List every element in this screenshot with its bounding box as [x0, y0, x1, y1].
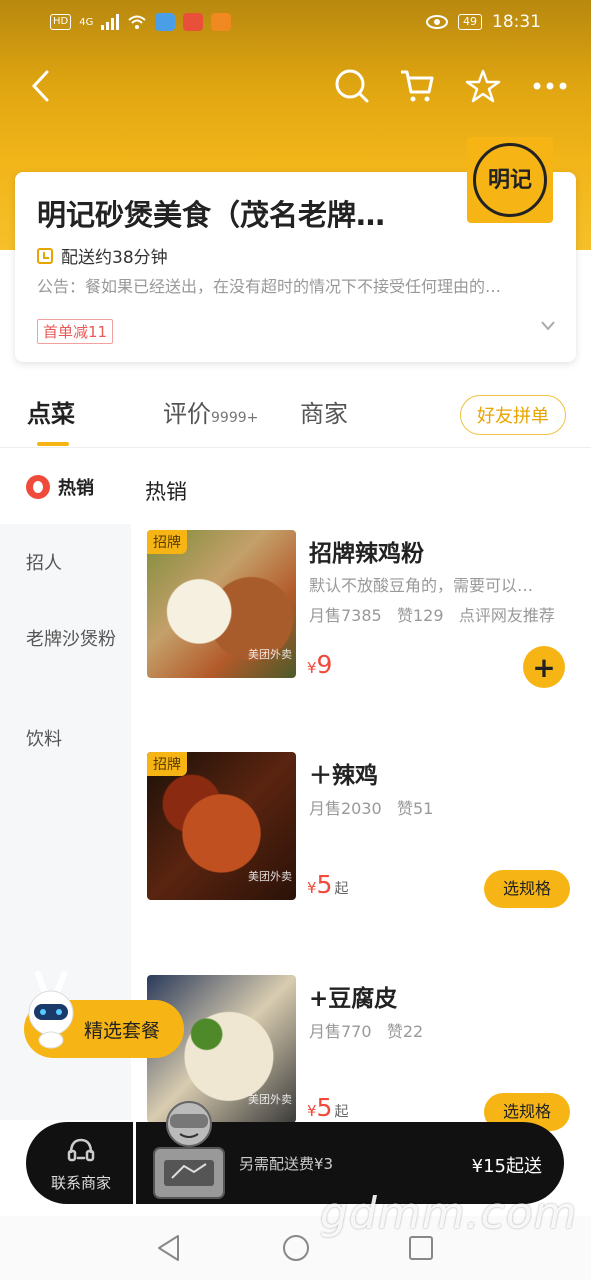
food-stats: 月售770 赞22 — [309, 1018, 423, 1042]
promo-badge: 首单减11 — [37, 319, 114, 344]
sidebar-item-recruit[interactable]: 招人 — [26, 552, 116, 576]
mascot-icon — [28, 971, 74, 1049]
store-name: 明记砂煲美食（茂名老牌… — [37, 198, 386, 232]
tab-merchant[interactable]: 商家 — [300, 394, 348, 429]
network-type: 4G — [79, 16, 94, 28]
monthly-sales: 月售7385 — [309, 606, 382, 625]
battery-level: 49 — [458, 14, 482, 30]
tab-reviews[interactable]: 评价9999+ — [163, 394, 258, 429]
sidebar-item-hot[interactable]: 热销 — [26, 474, 94, 500]
food-name: 招牌辣鸡粉 — [309, 541, 424, 567]
food-item[interactable]: 招牌 美团外卖 招牌辣鸡粉 默认不放酸豆角的，需要可以… 月售7385 赞129… — [147, 530, 577, 688]
monthly-sales: 月售770 — [309, 1022, 372, 1041]
review-count: 9999+ — [211, 410, 259, 426]
contact-merchant-button[interactable]: 联系商家 — [26, 1122, 136, 1204]
store-tabs: 点菜 评价9999+ 商家 好友拼单 — [0, 380, 591, 448]
signal-icon — [101, 14, 120, 30]
sidebar-item-drinks[interactable]: 饮料 — [26, 728, 116, 752]
nav-home-icon[interactable] — [282, 1234, 310, 1262]
like-count: 赞129 — [397, 606, 444, 625]
top-nav — [0, 62, 591, 112]
hd-icon: HD — [50, 14, 72, 30]
price-suffix: 起 — [334, 1104, 349, 1120]
image-watermark: 美团外卖 — [248, 648, 292, 661]
food-price: ¥5 起 — [307, 1093, 348, 1122]
favorite-button[interactable] — [463, 66, 503, 106]
food-name: ＋辣鸡 — [309, 763, 378, 789]
food-description: 默认不放酸豆角的，需要可以… — [309, 576, 534, 595]
app-notification-icon — [155, 13, 176, 31]
nav-back-icon[interactable] — [156, 1234, 182, 1262]
min-order-amount: ¥15起送 — [471, 1156, 542, 1177]
tab-active-indicator — [37, 442, 69, 446]
wifi-icon — [128, 15, 147, 29]
delivery-time: 配送约38分钟 — [37, 243, 168, 268]
delivery-fee: 另需配送费¥3 — [239, 1155, 334, 1173]
signature-tag: 招牌 — [147, 530, 187, 554]
currency-symbol: ¥ — [307, 659, 317, 677]
flame-icon — [26, 475, 50, 499]
status-bar: HD 4G 49 18:31 — [0, 0, 591, 46]
clock-time: 18:31 — [492, 12, 541, 32]
currency-symbol: ¥ — [307, 1102, 317, 1120]
star-icon — [465, 69, 501, 103]
food-stats: 月售2030 赞51 — [309, 795, 433, 819]
store-logo: 明记 — [467, 137, 553, 223]
section-title: 热销 — [145, 480, 187, 504]
food-name: +豆腐皮 — [309, 986, 398, 1012]
like-count: 赞22 — [386, 1022, 424, 1041]
monthly-sales: 月售2030 — [309, 799, 382, 818]
sidebar-item-label: 热销 — [58, 478, 94, 499]
delivery-time-text: 配送约38分钟 — [61, 248, 168, 268]
like-count: 赞51 — [397, 799, 434, 818]
customer-service-icon — [67, 1138, 95, 1162]
app-notification-icon — [211, 13, 232, 31]
app-notification-icon — [183, 13, 204, 31]
chevron-down-icon[interactable] — [540, 320, 556, 332]
search-icon — [335, 69, 369, 103]
food-image: 招牌 美团外卖 — [147, 530, 296, 678]
back-arrow-icon — [31, 70, 49, 102]
choose-spec-button[interactable]: 选规格 — [484, 870, 570, 908]
cart-button[interactable] — [397, 66, 437, 106]
combo-label: 精选套餐 — [84, 1019, 161, 1042]
price-value: 5 — [316, 870, 333, 899]
food-price: ¥5 起 — [307, 870, 348, 899]
image-watermark: 美团外卖 — [248, 1093, 292, 1106]
more-icon — [533, 82, 567, 90]
price-value: 5 — [316, 1093, 333, 1122]
price-suffix: 起 — [334, 881, 349, 897]
eye-icon — [426, 15, 448, 29]
sidebar-item-claypot[interactable]: 老牌沙煲粉 — [26, 628, 116, 652]
group-order-button[interactable]: 好友拼单 — [460, 395, 566, 435]
contact-label: 联系商家 — [50, 1174, 111, 1192]
image-watermark: 美团外卖 — [248, 870, 292, 883]
tab-order[interactable]: 点菜 — [27, 394, 75, 429]
search-button[interactable] — [332, 66, 372, 106]
food-price: ¥9 — [307, 650, 332, 679]
more-button[interactable] — [530, 66, 570, 106]
site-watermark: gdmm.com — [320, 1188, 578, 1239]
food-item[interactable]: 招牌 美团外卖 ＋辣鸡 月售2030 赞51 ¥5 起 选规格 — [147, 752, 577, 908]
clock-icon — [37, 247, 53, 264]
add-to-cart-button[interactable]: + — [523, 646, 565, 688]
courier-mascot-icon — [153, 1101, 225, 1199]
store-logo-text: 明记 — [473, 143, 547, 217]
back-button[interactable] — [20, 66, 60, 106]
recommend-label: 点评网友推荐 — [458, 606, 555, 625]
currency-symbol: ¥ — [307, 879, 317, 897]
price-value: 9 — [316, 650, 333, 679]
signature-tag: 招牌 — [147, 752, 187, 776]
food-stats: 月售7385 赞129 点评网友推荐 — [309, 602, 555, 626]
food-image: 招牌 美团外卖 — [147, 752, 296, 900]
cart-icon — [401, 70, 434, 102]
store-notice: 公告：餐如果已经送出，在没有超时的情况下不接受任何理由的… — [37, 277, 502, 296]
